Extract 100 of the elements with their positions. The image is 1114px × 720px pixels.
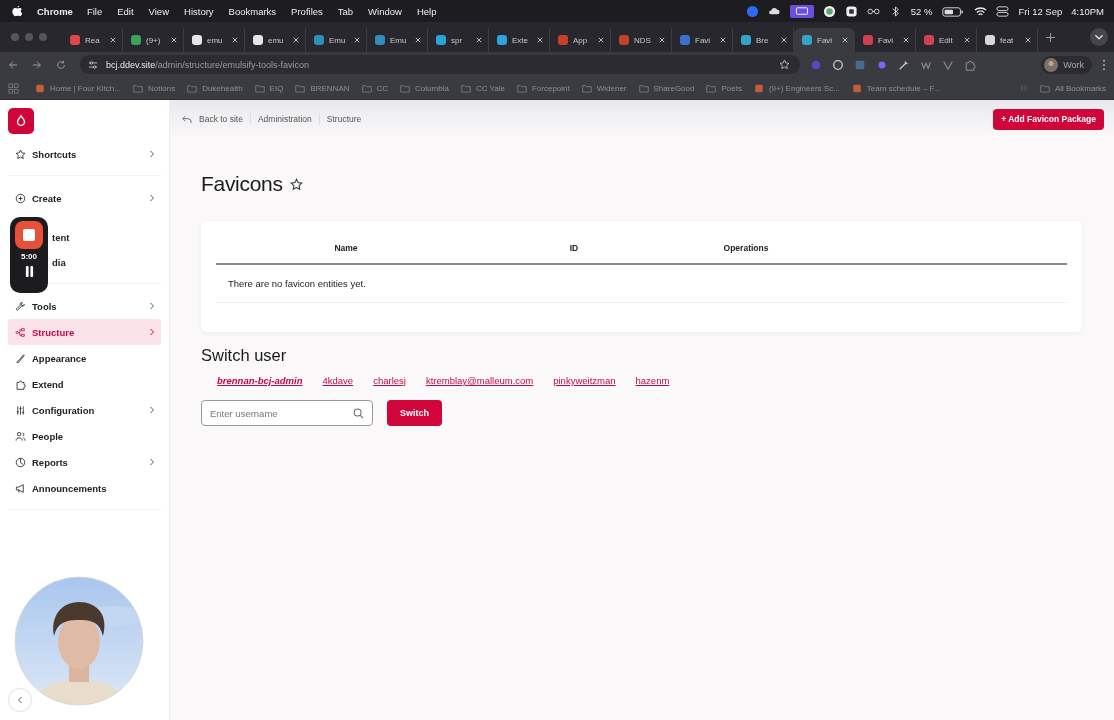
forward-icon[interactable] [32,59,42,70]
bookmark[interactable]: Forcepoint [516,83,570,93]
user-link[interactable]: 4kdave [322,375,354,386]
chevron-left-icon [17,696,23,704]
sidebar-item[interactable]: tent [50,225,161,250]
menu-item[interactable]: View [148,5,169,17]
close-icon[interactable] [903,37,909,43]
avatar-icon [1044,57,1059,72]
reload-icon[interactable] [56,59,66,70]
site-icon [35,83,45,93]
square-app-icon[interactable] [844,4,858,18]
bookmark[interactable]: ShareGood [638,83,695,93]
close-icon[interactable] [964,37,970,43]
column-header: Operations [722,243,770,253]
user-link[interactable]: brennan-bcj-admin [217,375,303,386]
sidebar-item[interactable]: Reports [8,449,161,475]
switch-button[interactable]: Switch [387,400,442,426]
username-search-box[interactable]: Enter username [201,400,373,426]
close-icon[interactable] [1025,37,1031,43]
menu-item[interactable]: Tab [337,5,354,17]
menu-item[interactable]: Profiles [291,5,323,17]
logo-icon[interactable] [12,5,23,17]
sidebar-item[interactable]: dia [50,250,161,275]
bookmark[interactable]: CC Yale [460,83,505,93]
more-icon[interactable] [1102,58,1106,71]
close-icon[interactable] [781,37,787,43]
breadcrumb-link[interactable]: Administration [257,114,312,124]
bookmark[interactable]: Home | Four Kitch... [35,83,121,93]
site-icon [851,83,862,93]
control-center-icon[interactable] [996,4,1010,18]
menu-item[interactable]: Bookmarks [228,5,277,17]
breadcrumb-link[interactable]: Back to site [199,114,243,124]
close-icon[interactable] [171,37,177,43]
breadcrumb-link[interactable]: Structure [326,114,362,124]
sidebar-item[interactable]: Create [8,185,161,211]
close-icon[interactable] [110,37,116,43]
profile-button[interactable]: Work [1041,55,1092,74]
bookmark[interactable]: BRENNAN [295,83,350,93]
close-icon[interactable] [842,37,848,43]
bookmark[interactable]: Team schedule – F... [851,83,941,93]
eyedropper-icon[interactable] [898,58,910,71]
close-icon[interactable] [232,37,238,43]
apps-grid-icon[interactable] [8,82,19,94]
close-icon[interactable] [476,37,482,43]
menu-item[interactable]: Edit [117,5,134,17]
sidebar-item[interactable]: Announcements [8,475,161,501]
bookmark[interactable]: Dukehealth [187,83,243,93]
sidebar-item[interactable]: People [8,423,161,449]
pause-icon[interactable] [24,266,34,277]
screen-share-icon[interactable] [789,4,814,18]
wifi-icon[interactable] [974,4,988,18]
add-favicon-package-button[interactable]: + Add Favicon Package [993,108,1104,130]
menu-app-name[interactable]: Chrome [37,5,73,17]
puzzle-icon[interactable] [964,58,976,71]
close-icon[interactable] [354,37,360,43]
username-field[interactable]: Enter username [210,402,353,424]
circle-app-icon[interactable] [822,4,836,18]
folder-icon [254,83,265,93]
close-icon[interactable] [659,37,665,43]
bookmark[interactable]: (9+) Engineers Sc... [753,83,840,93]
bookmark[interactable]: EIQ [254,83,284,93]
close-icon[interactable] [537,37,543,43]
close-icon[interactable] [293,37,299,43]
chevron-down-icon[interactable] [1090,28,1108,46]
sidebar-item[interactable]: Tools [8,293,161,319]
stop-button[interactable] [15,221,43,249]
user-link[interactable]: ktremblay@malleum.com [425,375,534,386]
menu-item[interactable]: History [184,5,214,17]
puzzle-icon [15,378,26,390]
folder-icon [133,83,143,93]
sidebar-item[interactable]: Structure [8,319,161,345]
close-icon[interactable] [720,37,726,43]
bookmark[interactable]: Notions [133,83,176,93]
user-link[interactable]: charlesj [373,375,406,386]
browser-tab[interactable]: Favi [794,28,855,52]
drupal-logo[interactable] [8,108,34,134]
bookmark[interactable]: Columbia [400,83,449,93]
bookmark[interactable]: Widener [581,83,627,93]
sidebar-item[interactable]: Shortcuts [8,141,161,167]
menu-item[interactable]: File [86,5,103,17]
back-icon[interactable] [8,59,18,70]
sidebar-item[interactable]: Extend [8,371,161,397]
folder-icon [400,83,411,93]
battery-icon[interactable] [941,4,966,18]
bookmark[interactable]: CC [361,83,389,93]
bookmark-star-icon[interactable] [779,59,790,70]
bookmark[interactable]: Poets [706,83,742,93]
new-tab-icon[interactable] [1046,32,1055,42]
address-bar[interactable]: bcj.ddev.site/admin/structure/emulsify-tools-favicon [80,55,800,74]
user-link[interactable]: hazenm [635,375,670,386]
sidebar-item[interactable]: Appearance [8,345,161,371]
close-icon[interactable] [415,37,421,43]
all-bookmarks-button[interactable]: All Bookmarks [1039,83,1106,93]
star-icon[interactable] [289,177,303,191]
menu-item[interactable]: Help [416,5,437,17]
extension-icon[interactable] [832,58,844,71]
user-link[interactable]: pinkyweitzman [553,375,616,386]
close-icon[interactable] [598,37,604,43]
sidebar-item[interactable]: Configuration [8,397,161,423]
menu-item[interactable]: Window [368,5,402,17]
